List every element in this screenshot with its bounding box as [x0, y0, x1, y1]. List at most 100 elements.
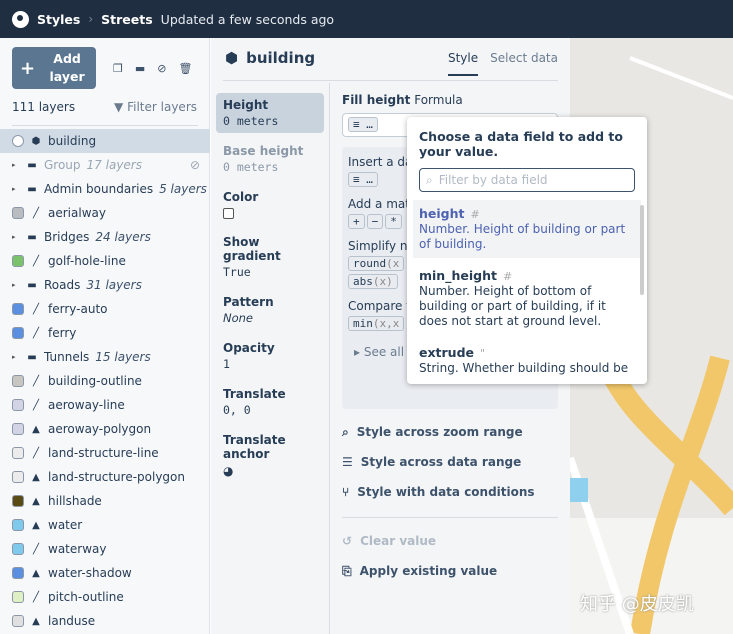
breadcrumb-style-name[interactable]: Streets [101, 12, 153, 27]
data-field-option[interactable]: extrude " String. Whether building should … [407, 339, 647, 382]
hide-icon[interactable]: ⊘ [157, 62, 166, 75]
breadcrumb-styles[interactable]: Styles [37, 12, 80, 27]
layer-row[interactable]: ╱ ferry-auto [0, 297, 210, 321]
filter-layers-button[interactable]: ▼ Filter layers [114, 100, 197, 114]
color-swatch [12, 543, 24, 555]
layer-row[interactable]: ▲ water-shadow [0, 561, 210, 585]
checkbox[interactable] [12, 135, 24, 147]
insert-field-button[interactable]: ≡ … [348, 172, 378, 187]
abs-button[interactable]: abs(x) [348, 274, 398, 289]
layer-row[interactable]: ╱ waterway [0, 537, 210, 561]
line-icon: ╱ [32, 327, 40, 339]
style-data-range-button[interactable]: ☰ Style across data range [342, 447, 558, 477]
list-icon: ☰ [342, 455, 353, 469]
editor-mode: Formula [414, 93, 463, 107]
apply-icon: ⎘ [342, 563, 352, 578]
tab-style[interactable]: Style [447, 51, 479, 76]
color-swatch [12, 207, 24, 219]
save-status: Updated a few seconds ago [160, 11, 335, 27]
layer-row[interactable]: ╱ ferry [0, 321, 210, 345]
tab-select-data[interactable]: Select data [490, 51, 558, 76]
chevron-right-icon: › [88, 12, 94, 26]
property-item[interactable]: Height 0 meters [216, 93, 324, 133]
property-item[interactable]: Translate anchor ◕ [216, 428, 324, 483]
data-field-option[interactable]: min_height # Number. Height of bottom of b… [407, 262, 647, 335]
layer-row[interactable]: ▸ ▬ Tunnels 15 layers [0, 345, 210, 369]
property-item[interactable]: Show gradient True [216, 230, 324, 284]
layer-name: aeroway-line [48, 398, 125, 412]
type-icon: " [480, 347, 486, 360]
fill-icon: ▲ [32, 495, 40, 507]
layer-name: landuse [48, 614, 96, 628]
op-minus[interactable]: − [366, 214, 384, 229]
layer-row[interactable]: ▲ landuse [0, 609, 210, 633]
property-item[interactable]: Pattern None [216, 290, 324, 330]
trash-icon[interactable]: 🗑 [179, 62, 193, 75]
expand-icon[interactable]: ▸ [12, 353, 20, 361]
scrollbar[interactable] [640, 205, 644, 295]
expand-icon[interactable]: ▸ [12, 281, 20, 289]
fill-icon: ▲ [32, 519, 40, 531]
layer-row[interactable]: ▲ water [0, 513, 210, 537]
layer-row[interactable]: ▸ ▬ Roads 31 layers [0, 273, 210, 297]
color-swatch [12, 519, 24, 531]
layer-row[interactable]: ⬢ building [0, 129, 210, 153]
layer-title: building [246, 49, 316, 67]
layer-name: Bridges [44, 230, 90, 244]
color-swatch [12, 399, 24, 411]
property-item[interactable]: Base height 0 meters [216, 139, 324, 179]
layer-row[interactable]: ▲ hillshade [0, 489, 210, 513]
clear-value-button[interactable]: ↺ Clear value [342, 526, 558, 556]
fill-icon: ▲ [32, 423, 40, 435]
editor-label: Fill height [342, 93, 411, 107]
line-icon: ╱ [32, 399, 40, 411]
layer-count: 24 layers [95, 230, 151, 244]
mapbox-logo-icon[interactable] [12, 10, 29, 28]
layer-row[interactable]: ▸ ▬ Bridges 24 layers [0, 225, 210, 249]
expand-icon[interactable]: ▸ [12, 185, 20, 193]
add-layer-button[interactable]: + Add layer [12, 47, 96, 89]
property-item[interactable]: Translate 0, 0 [216, 382, 324, 422]
apply-existing-value-button[interactable]: ⎘ Apply existing value [342, 556, 558, 586]
layer-row[interactable]: ╱ golf-hole-line [0, 249, 210, 273]
layer-row[interactable]: ╱ land-structure-line [0, 441, 210, 465]
duplicate-icon[interactable]: ❐ [113, 62, 123, 75]
layer-row[interactable]: ╱ building-outline [0, 369, 210, 393]
min-button[interactable]: min(x,x [348, 316, 405, 331]
color-swatch [12, 567, 24, 579]
expand-icon[interactable]: ▸ [12, 161, 20, 169]
hidden-icon[interactable]: ⊘ [190, 158, 200, 172]
color-swatch [12, 303, 24, 315]
layer-row[interactable]: ╱ pitch-outline [0, 585, 210, 609]
layer-row[interactable]: ▸ ▬ Admin boundaries 5 layers [0, 177, 210, 201]
expand-icon[interactable]: ▸ [12, 233, 20, 241]
fill-icon: ▲ [32, 615, 40, 627]
data-field-option[interactable]: height # Number. Height of building or par… [413, 200, 641, 258]
filter-field-input[interactable]: ⌕ Filter by data field [419, 168, 635, 192]
layer-name: building-outline [48, 374, 142, 388]
color-swatch [12, 615, 24, 627]
style-data-conditions-button[interactable]: ⑂ Style with data conditions [342, 477, 558, 507]
layer-row[interactable]: ╱ aerialway [0, 201, 210, 225]
property-item[interactable]: Color [216, 185, 324, 224]
folder-icon: ▬ [27, 183, 37, 195]
round-button[interactable]: round(x [348, 256, 405, 271]
color-checkbox[interactable] [223, 208, 234, 219]
layer-name: Tunnels [44, 350, 90, 364]
layer-name: Admin boundaries [44, 182, 154, 196]
layer-row[interactable]: ▸ ▬ Group 17 layers ⊘ [0, 153, 210, 177]
property-item[interactable]: Opacity 1 [216, 336, 324, 376]
folder-icon[interactable]: ▬ [135, 62, 145, 75]
top-bar: Styles › Streets Updated a few seconds a… [0, 0, 733, 38]
op-plus[interactable]: + [348, 214, 365, 229]
style-zoom-range-button[interactable]: ⌕ Style across zoom range [342, 417, 558, 447]
color-swatch [12, 327, 24, 339]
layer-row[interactable]: ╱ aeroway-line [0, 393, 210, 417]
layer-row[interactable]: ▲ aeroway-polygon [0, 417, 210, 441]
undo-icon: ↺ [342, 534, 353, 548]
op-multiply[interactable]: * [385, 214, 402, 229]
layer-name: Group [44, 158, 81, 172]
data-field-token[interactable]: ≡ … [348, 117, 378, 132]
watermark: 知乎 @皮皮凯 [580, 594, 694, 615]
layer-row[interactable]: ▲ land-structure-polygon [0, 465, 210, 489]
